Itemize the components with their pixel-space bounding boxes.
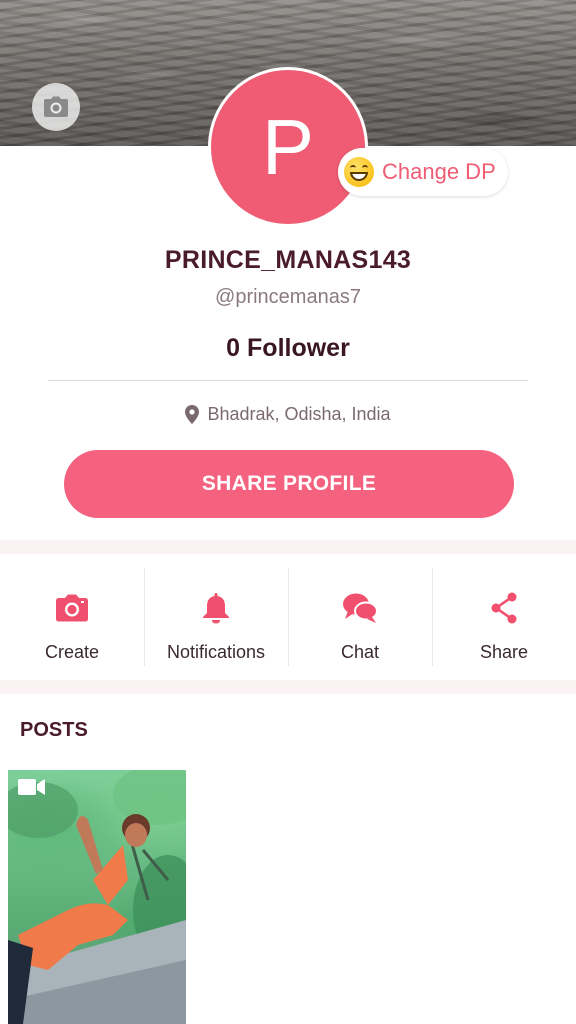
location: Bhadrak, Odisha, India xyxy=(0,404,576,425)
profile-name: PRINCE_MANAS143 xyxy=(164,246,412,274)
profile-handle: @princemanas7 xyxy=(215,286,361,308)
divider xyxy=(48,380,528,381)
action-bar: Create Notifications Chat Share xyxy=(0,554,576,680)
change-dp-label: Change DP xyxy=(382,159,496,184)
post-thumbnail-image xyxy=(8,770,186,1024)
cover-camera-button[interactable] xyxy=(32,83,80,131)
section-separator xyxy=(0,540,576,554)
camera-icon xyxy=(55,590,89,626)
action-chat[interactable]: Chat xyxy=(288,554,432,680)
action-label: Create xyxy=(44,642,100,662)
action-label: Notifications xyxy=(166,642,266,662)
section-separator xyxy=(0,680,576,694)
action-share[interactable]: Share xyxy=(432,554,576,680)
location-pin-icon xyxy=(185,405,200,424)
camera-icon xyxy=(44,96,68,117)
action-label: Share xyxy=(479,642,529,662)
bell-icon xyxy=(202,590,230,626)
follower-count[interactable]: 0 Follower xyxy=(0,334,576,363)
share-profile-button[interactable]: SHARE PROFILE xyxy=(64,450,514,518)
chat-icon xyxy=(342,590,378,626)
action-notifications[interactable]: Notifications xyxy=(144,554,288,680)
profile-screen: P Change DP PRINCE_MANAS143 @princemanas… xyxy=(0,0,576,1024)
post-thumbnail[interactable] xyxy=(8,770,186,1024)
change-dp-button[interactable]: Change DP xyxy=(338,148,508,196)
posts-heading: POSTS xyxy=(20,719,88,741)
video-icon xyxy=(18,778,46,801)
location-text: Bhadrak, Odisha, India xyxy=(207,404,391,424)
avatar-letter: P xyxy=(261,102,315,191)
action-label: Chat xyxy=(340,642,380,662)
share-icon xyxy=(489,590,519,626)
grinning-face-icon xyxy=(344,157,374,187)
action-create[interactable]: Create xyxy=(0,554,144,680)
avatar[interactable]: P xyxy=(208,67,368,227)
